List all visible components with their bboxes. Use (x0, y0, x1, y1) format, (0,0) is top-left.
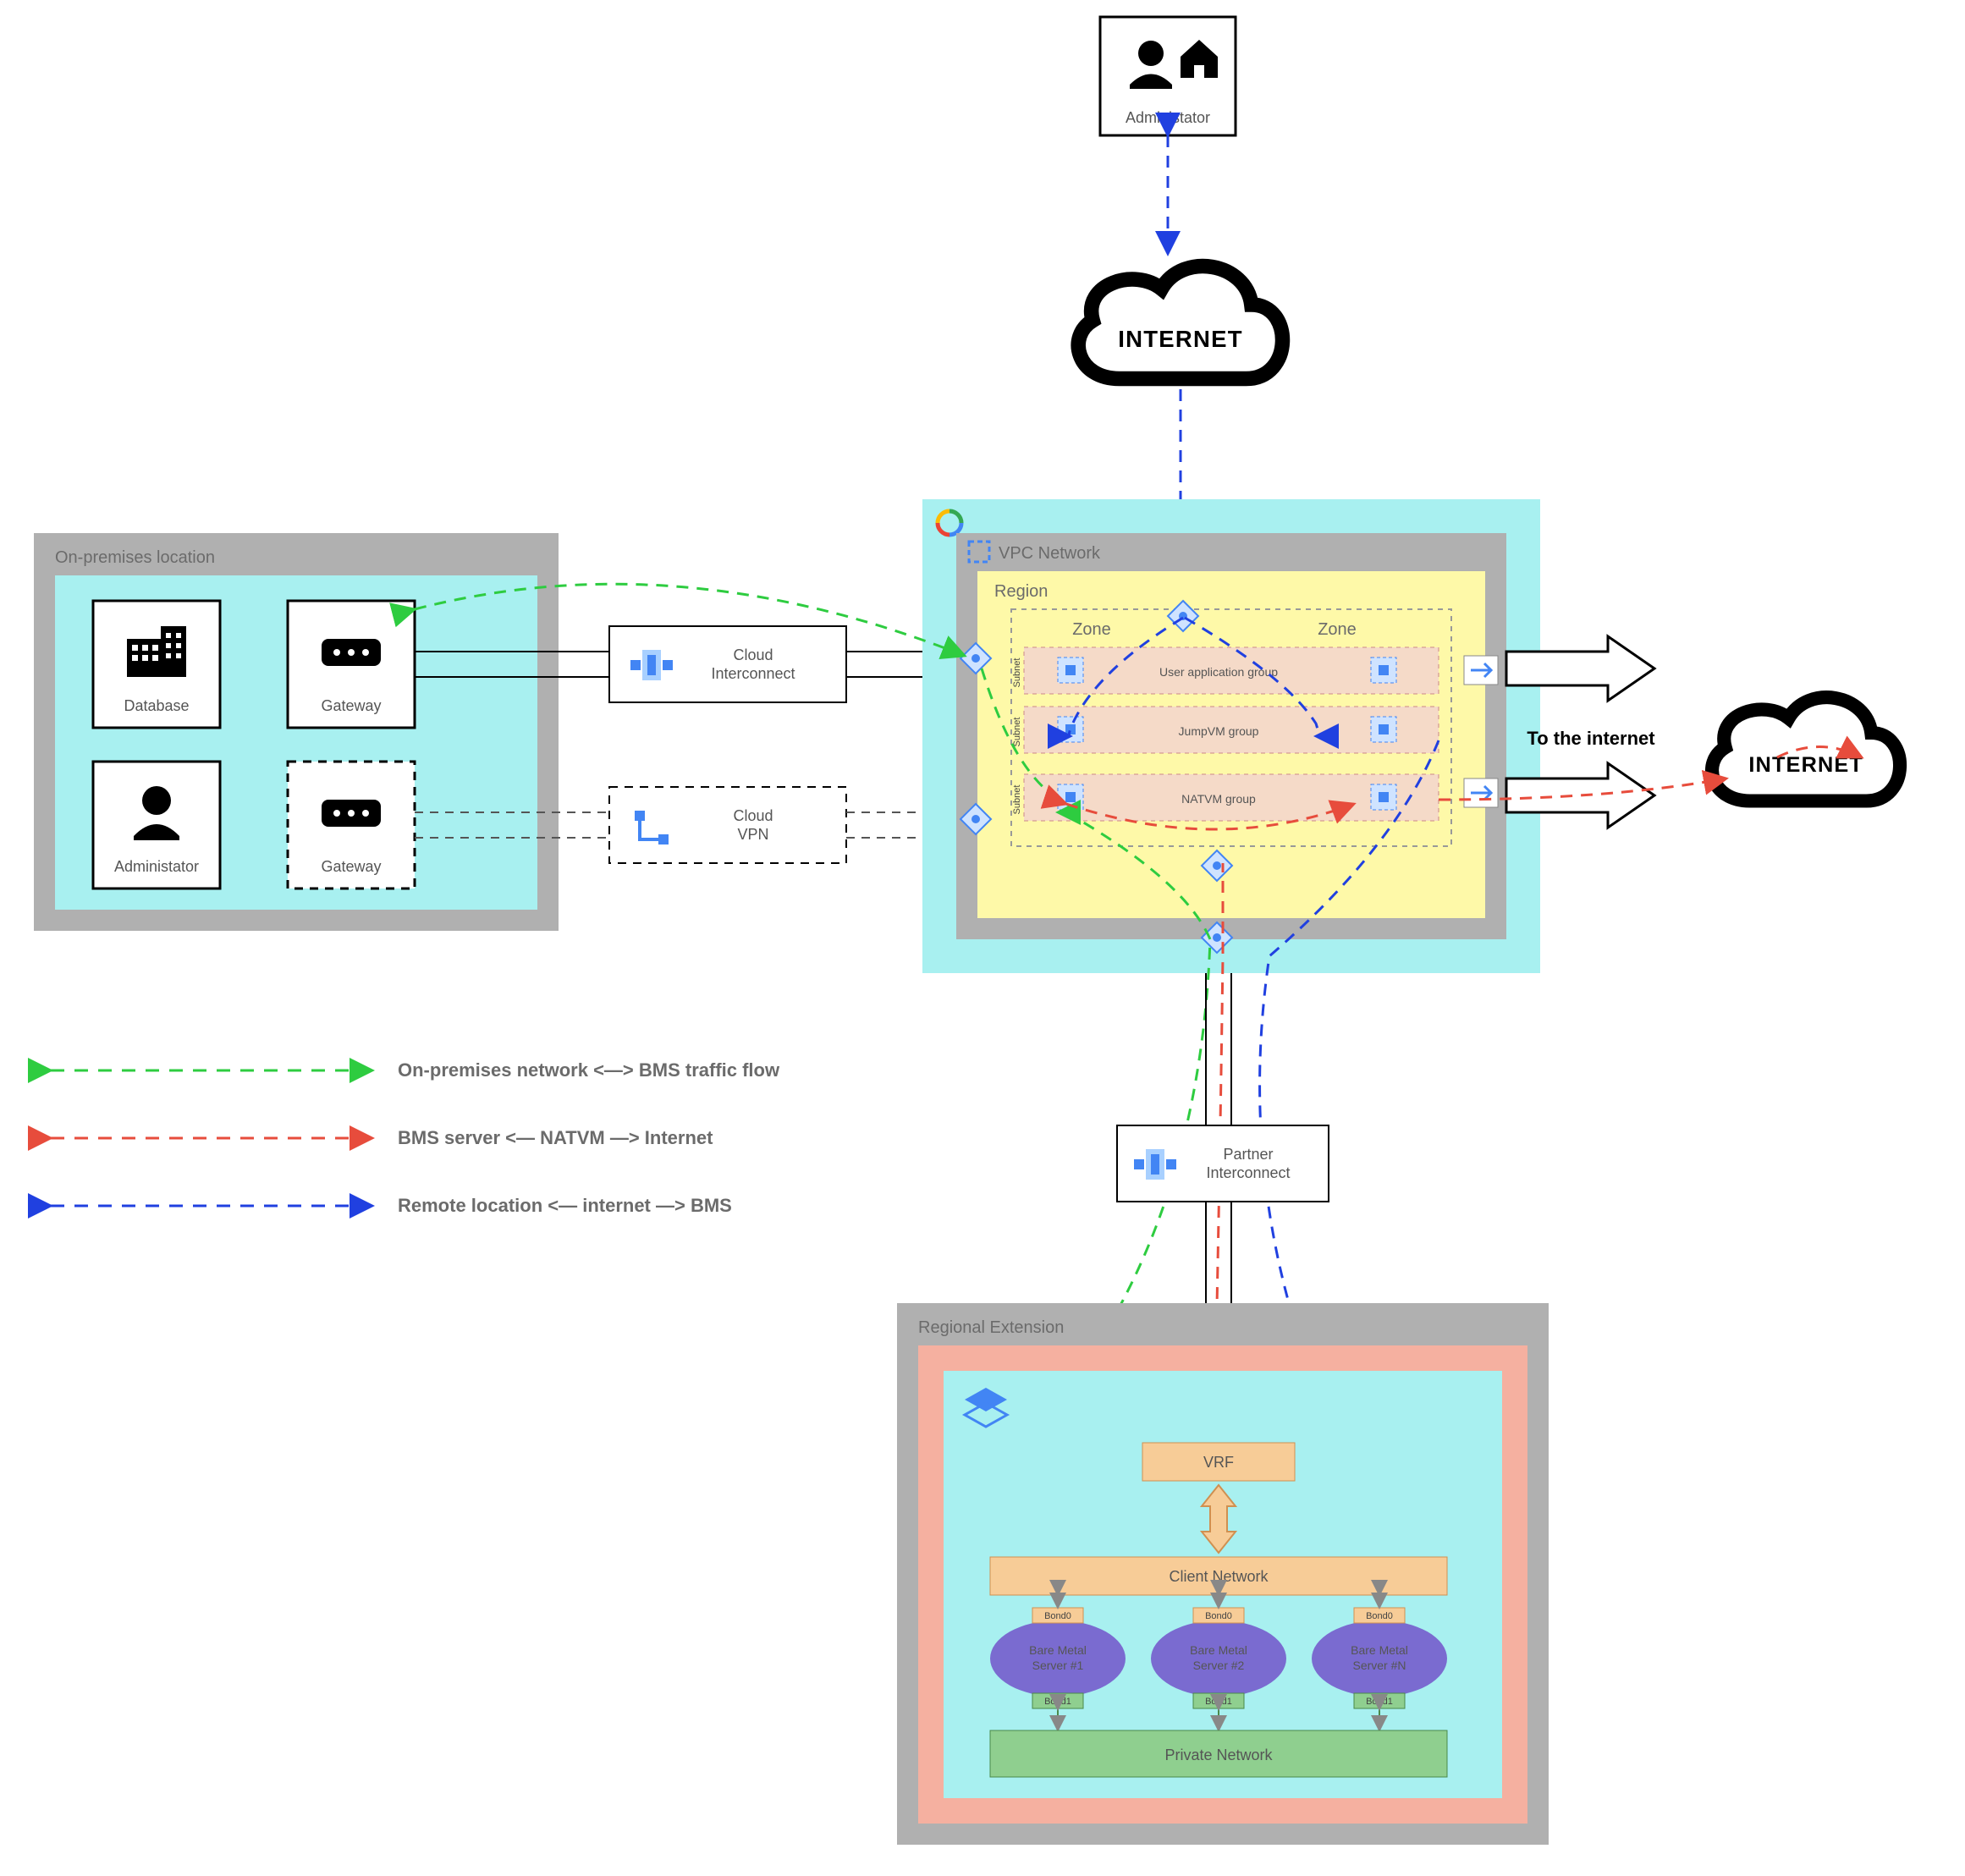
vm-icon (1371, 784, 1396, 810)
svg-text:NATVM group: NATVM group (1181, 792, 1256, 806)
svg-text:Gateway: Gateway (321, 858, 381, 875)
subnet-jump: Subnet JumpVM group (1012, 707, 1439, 753)
svg-text:Bare Metal: Bare Metal (1351, 1643, 1408, 1657)
svg-text:JumpVM group: JumpVM group (1179, 724, 1259, 738)
vm-icon (1371, 657, 1396, 683)
svg-text:INTERNET: INTERNET (1118, 326, 1243, 352)
svg-text:Client Network: Client Network (1169, 1568, 1269, 1585)
router-icon (322, 800, 381, 827)
onprem-title: On-premises location (55, 548, 215, 567)
vm-icon (1371, 717, 1396, 742)
router-icon (322, 639, 381, 666)
svg-text:Subnet: Subnet (1012, 658, 1022, 688)
svg-text:Server #N: Server #N (1352, 1659, 1406, 1672)
svg-text:Administator: Administator (114, 858, 199, 875)
svg-text:Private Network: Private Network (1164, 1747, 1273, 1763)
svg-text:Server #1: Server #1 (1032, 1659, 1084, 1672)
svg-text:On-premises network <—> BMS tr: On-premises network <—> BMS traffic flow (398, 1059, 780, 1081)
svg-text:Regional Extension: Regional Extension (918, 1318, 1064, 1337)
svg-text:Interconnect: Interconnect (711, 665, 795, 682)
admin-top-label: Administator (1126, 109, 1210, 126)
database-tile: Database (93, 601, 220, 728)
svg-text:Subnet: Subnet (1012, 785, 1022, 815)
svg-text:Bare Metal: Bare Metal (1190, 1643, 1247, 1657)
subnet-nat: Subnet NATVM group (1012, 774, 1439, 821)
svg-text:Cloud: Cloud (733, 807, 773, 824)
svg-text:Remote location <— internet: Remote location <— internet —> BMS (398, 1195, 732, 1216)
svg-text:VPN: VPN (737, 826, 768, 843)
svg-text:Bare Metal: Bare Metal (1029, 1643, 1087, 1657)
legend: On-premises network <—> BMS traffic flow… (51, 1059, 780, 1216)
internet-cloud-right: INTERNET (1712, 697, 1900, 800)
onprem-container: On-premises location Database Gateway (34, 533, 559, 931)
cloud-vpn-box: Cloud VPN (609, 787, 846, 863)
regional-extension: Regional Extension VRF Client Network Bo… (897, 1303, 1549, 1845)
cloud-interconnect-box: Cloud Interconnect (609, 626, 846, 702)
svg-text:Zone: Zone (1072, 620, 1111, 639)
svg-text:VRF: VRF (1203, 1454, 1234, 1471)
internet-cloud-top: INTERNET (1078, 267, 1282, 379)
svg-text:Zone: Zone (1318, 620, 1357, 639)
svg-text:Bond0: Bond0 (1366, 1611, 1393, 1621)
admin-top-box: Administator (1100, 17, 1236, 135)
vm-icon (1058, 657, 1083, 683)
svg-text:BMS server <— NATVM —> Int: BMS server <— NATVM —> Internet (398, 1127, 713, 1148)
to-internet-label: To the internet (1527, 728, 1655, 749)
svg-text:Bond0: Bond0 (1205, 1611, 1232, 1621)
svg-text:Partner: Partner (1223, 1146, 1273, 1163)
svg-text:Interconnect: Interconnect (1206, 1164, 1290, 1181)
partner-interconnect-box: Partner Interconnect (1117, 1125, 1329, 1202)
svg-text:VPC Network: VPC Network (999, 544, 1101, 563)
subnet-userapp: Subnet User application group (1012, 647, 1439, 694)
svg-text:Database: Database (124, 697, 189, 714)
gateway1-tile: Gateway (288, 601, 415, 728)
gateway2-tile: Gateway (288, 762, 415, 888)
vm-icon (1058, 717, 1083, 742)
lb-icon (1464, 778, 1498, 807)
svg-text:INTERNET: INTERNET (1748, 753, 1863, 777)
svg-text:Bond1: Bond1 (1044, 1697, 1071, 1707)
lb-icon (1464, 656, 1498, 685)
svg-text:Server #2: Server #2 (1193, 1659, 1245, 1672)
admin-tile: Administator (93, 762, 220, 888)
svg-text:Bond1: Bond1 (1205, 1697, 1232, 1707)
svg-text:Gateway: Gateway (321, 697, 381, 714)
svg-text:Cloud: Cloud (733, 646, 773, 663)
svg-text:Subnet: Subnet (1012, 718, 1022, 747)
svg-text:Bond1: Bond1 (1366, 1697, 1393, 1707)
svg-text:Region: Region (994, 582, 1048, 601)
vpc-container: VPC Network Region Zone Zone Subnet User… (922, 499, 1540, 973)
architecture-diagram: Administator INTERNET On-premises locati… (0, 0, 1965, 1876)
svg-text:Bond0: Bond0 (1044, 1611, 1071, 1621)
